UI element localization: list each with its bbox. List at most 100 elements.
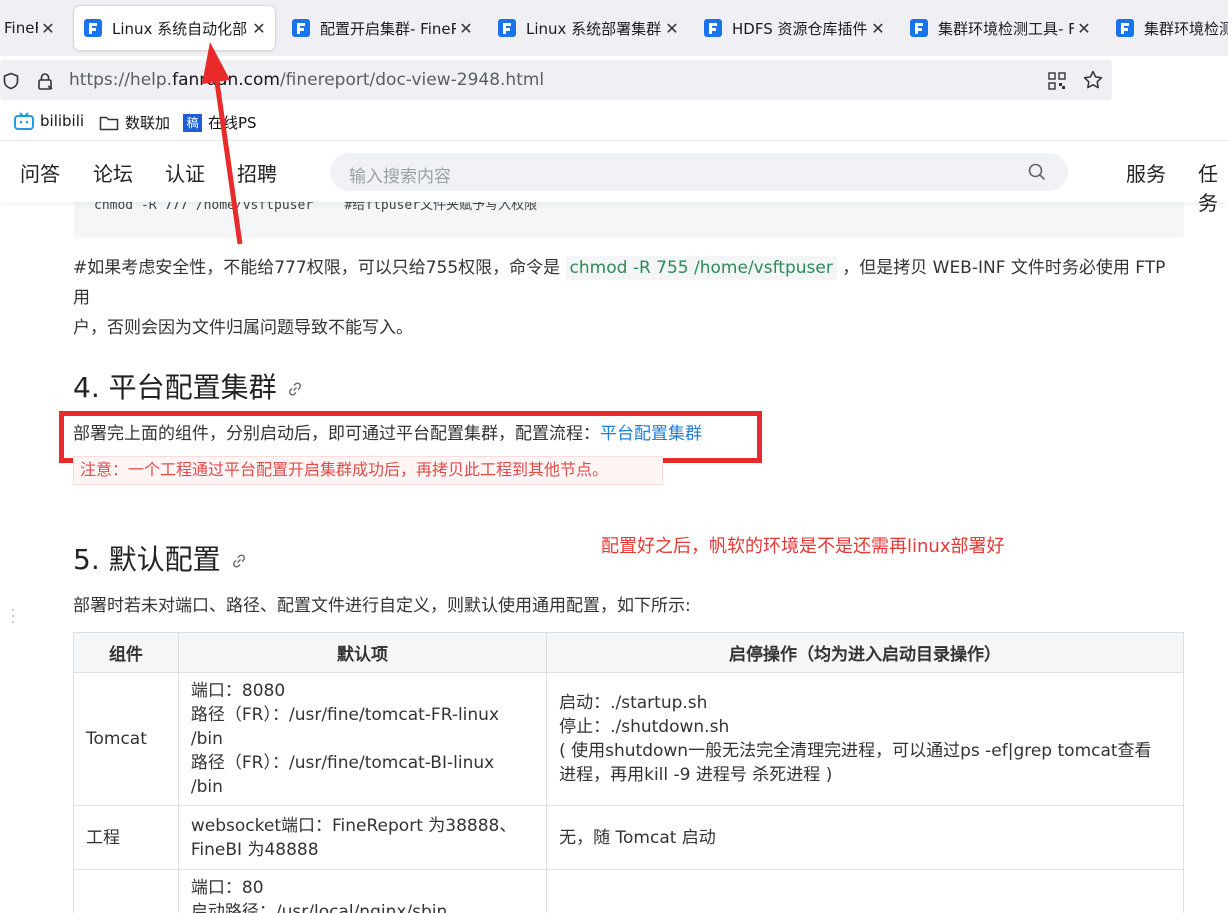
- cell-defaults: websocket端口：FineReport 为38888、 FineBI 为4…: [177, 805, 548, 870]
- column-header: 启停操作（均为进入启动目录操作）: [546, 632, 1184, 673]
- default-config-table: 组件 默认项 启停操作（均为进入启动目录操作） Tomcat 端口：8080 路…: [73, 632, 1184, 913]
- paragraph-text: #如果考虑安全性，不能给777权限，可以只给755权限，命令是: [73, 258, 566, 278]
- cell-line: 端口：80: [190, 878, 264, 898]
- bookmark-online-ps[interactable]: 稿 在线PS: [183, 112, 257, 133]
- nav-link-jobs[interactable]: 招聘: [237, 158, 277, 187]
- tab-4[interactable]: HDFS 资源仓库插件 ✕: [694, 6, 894, 50]
- cell-line: /bin: [190, 777, 223, 797]
- tab-label: Linux 系统部署集群: [526, 19, 662, 38]
- inline-code: chmod -R 755 /home/vsftpuser: [565, 256, 837, 280]
- link-anchor-icon[interactable]: [231, 553, 247, 569]
- search-input[interactable]: 输入搜索内容: [330, 153, 1068, 191]
- link-anchor-icon[interactable]: [287, 381, 303, 397]
- star-bookmark-icon[interactable]: [1083, 70, 1103, 90]
- table-row: Tomcat 端口：8080 路径（FR）：/usr/fine/tomcat-F…: [73, 672, 1184, 806]
- nav-link-certification[interactable]: 认证: [165, 158, 205, 187]
- cell-line: 进程，再用kill -9 进程号 杀死进程 ): [559, 765, 833, 785]
- table-row: 端口：80 启动路径：/usr/local/nginx/sbin: [73, 869, 1184, 913]
- cell-defaults: 端口：80 启动路径：/usr/local/nginx/sbin: [177, 869, 548, 913]
- cell-defaults: 端口：8080 路径（FR）：/usr/fine/tomcat-FR-linux…: [177, 672, 548, 806]
- shield-icon[interactable]: [2, 72, 20, 90]
- note-warning: 注意：一个工程通过平台配置开启集群成功后，再拷贝此工程到其他节点。: [73, 456, 663, 485]
- tab-label: FineR: [4, 19, 38, 37]
- tab-strip: FineR ✕ Linux 系统自动化部 ✕ 配置开启集群- FineR ✕ L…: [0, 0, 1228, 56]
- fanruan-logo-icon: [292, 19, 310, 37]
- cell-line: FineBI 为48888: [190, 839, 319, 860]
- url-bar[interactable]: https://help.fanruan.com/finereport/doc-…: [0, 60, 1112, 100]
- fanruan-logo-icon: [1116, 19, 1134, 37]
- heading-text: 5. 默认配置: [73, 543, 221, 576]
- user-annotation: 配置好之后，帆软的环境是不是还需再linux部署好: [601, 536, 1005, 557]
- close-icon[interactable]: ✕: [456, 19, 476, 38]
- cell-line: /bin: [190, 729, 223, 749]
- fanruan-logo-icon: [910, 19, 928, 37]
- url-domain: fanruan.com: [172, 70, 280, 90]
- navigation-bar: https://help.fanruan.com/finereport/doc-…: [0, 56, 1228, 104]
- tab-6[interactable]: 集群环境检测: [1106, 6, 1228, 50]
- tab-label: 集群环境检测: [1144, 19, 1228, 38]
- folder-icon: [99, 116, 119, 130]
- heading-text: 4. 平台配置集群: [73, 371, 277, 404]
- cell-line: websocket端口：FineReport 为38888、: [190, 815, 517, 836]
- bookmark-bilibili[interactable]: bilibili: [14, 112, 84, 130]
- tab-5[interactable]: 集群环境检测工具- F ✕: [900, 6, 1100, 50]
- tab-label: 配置开启集群- FineR: [320, 19, 456, 38]
- tab-2[interactable]: 配置开启集群- FineR ✕: [282, 6, 482, 50]
- paragraph-permissions: #如果考虑安全性，不能给777权限，可以只给755权限，命令是 chmod -R…: [73, 253, 1183, 343]
- cell-ops: 无，随 Tomcat 启动: [546, 805, 1184, 870]
- close-icon[interactable]: ✕: [1074, 19, 1094, 38]
- bilibili-icon: [14, 112, 34, 130]
- fanruan-logo-icon: [84, 19, 102, 37]
- code-line: chmod -R 777 /home/vsftpuser #给ftpuser文件…: [94, 202, 538, 213]
- cell-line: ( 使用shutdown一般无法完全清理完进程，可以通过ps -ef|grep …: [559, 741, 1152, 761]
- close-icon[interactable]: ✕: [662, 19, 682, 38]
- tab-label: Linux 系统自动化部: [112, 19, 248, 38]
- cell-line: 无，随 Tomcat 启动: [559, 827, 716, 848]
- cell-line: 端口：8080: [190, 681, 286, 701]
- qr-code-icon[interactable]: [1048, 72, 1066, 90]
- close-icon[interactable]: ✕: [249, 19, 269, 38]
- url-text[interactable]: https://help.fanruan.com/finereport/doc-…: [69, 70, 544, 90]
- tab-1[interactable]: Linux 系统自动化部 ✕: [74, 6, 275, 50]
- paragraph-default-config: 部署时若未对端口、路径、配置文件进行自定义，则默认使用通用配置，如下所示:: [73, 596, 691, 616]
- bookmark-label: 数联加: [125, 114, 171, 132]
- table-header-row: 组件 默认项 启停操作（均为进入启动目录操作）: [73, 632, 1184, 673]
- fanruan-logo-icon: [498, 19, 516, 37]
- section-heading-4: 4. 平台配置集群: [73, 366, 303, 406]
- cell-ops: [546, 869, 1184, 913]
- search-placeholder: 输入搜索内容: [349, 167, 451, 187]
- cell-line: 启动：./startup.sh: [559, 693, 708, 713]
- table-row: 工程 websocket端口：FineReport 为38888、 FineBI…: [73, 805, 1184, 870]
- cell-line: 路径（FR）：/usr/fine/tomcat-FR-linux: [190, 705, 500, 725]
- cell-ops: 启动：./startup.sh 停止：./shutdown.sh ( 使用shu…: [546, 672, 1184, 806]
- tab-3[interactable]: Linux 系统部署集群 ✕: [488, 6, 688, 50]
- cell-line: 停止：./shutdown.sh: [559, 717, 730, 737]
- fanruan-logo-icon: [704, 19, 722, 37]
- cell-line: 启动路径：/usr/local/nginx/sbin: [190, 902, 448, 913]
- search-icon[interactable]: [1028, 163, 1046, 181]
- close-icon[interactable]: ✕: [868, 19, 888, 38]
- site-header: 问答 论坛 认证 招聘 输入搜索内容 服务 任务: [0, 140, 1228, 215]
- paragraph-text: 户，否则会因为文件归属问题导致不能写入。: [73, 318, 413, 338]
- section-heading-5: 5. 默认配置: [73, 538, 247, 578]
- column-header: 默认项: [177, 632, 548, 673]
- bookmark-shulianjia[interactable]: 数联加: [99, 112, 170, 133]
- photoshop-icon: 稿: [183, 113, 202, 132]
- bookmark-label: 在线PS: [208, 114, 257, 132]
- nav-link-tasks[interactable]: 任务: [1198, 158, 1228, 216]
- doc-content: chmod -R 777 /home/vsftpuser #给ftpuser文件…: [0, 202, 1228, 913]
- lock-icon[interactable]: [36, 72, 54, 90]
- cell-component: Tomcat: [73, 672, 179, 806]
- url-path: /finereport/doc-view-2948.html: [279, 70, 545, 90]
- tab-0[interactable]: FineR ✕: [0, 6, 64, 50]
- bookmark-label: bilibili: [40, 112, 85, 130]
- nav-link-forum[interactable]: 论坛: [93, 158, 133, 187]
- nav-link-qa[interactable]: 问答: [20, 158, 60, 187]
- tab-label: 集群环境检测工具- F: [938, 19, 1074, 38]
- nav-link-service[interactable]: 服务: [1126, 158, 1166, 187]
- close-icon[interactable]: ✕: [38, 19, 58, 38]
- tab-label: HDFS 资源仓库插件: [732, 19, 868, 38]
- url-prefix: https://help.: [69, 70, 173, 90]
- drag-handle-icon[interactable]: [10, 607, 16, 625]
- cell-line: 路径（FR）：/usr/fine/tomcat-BI-linux: [190, 753, 495, 773]
